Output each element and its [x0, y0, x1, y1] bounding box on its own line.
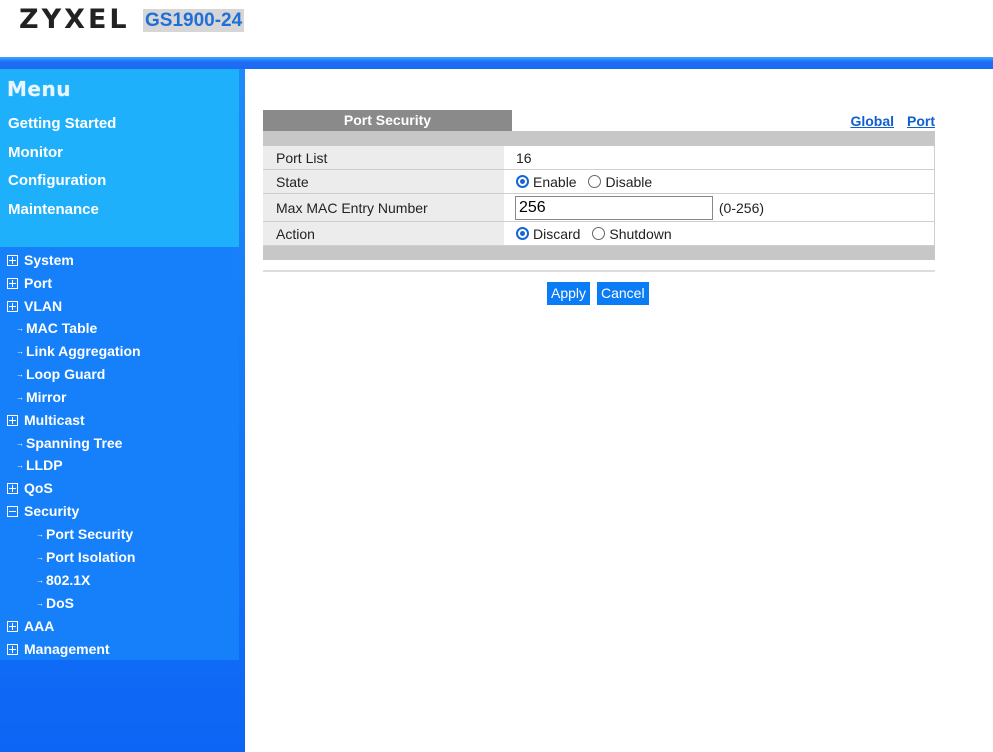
port-list-value: 16 — [504, 146, 935, 170]
arrow-right-icon: → — [16, 324, 24, 334]
state-enable-label[interactable]: Enable — [533, 174, 577, 190]
panel-title: Port Security — [263, 110, 512, 131]
tree-item-spanning-tree[interactable]: → Spanning Tree — [16, 433, 122, 453]
divider — [263, 270, 935, 272]
tree-item-port-isolation[interactable]: → Port Isolation — [36, 547, 135, 567]
tree-item-loop-guard[interactable]: → Loop Guard — [16, 364, 105, 384]
arrow-right-icon: → — [16, 461, 24, 471]
tree-item-mirror[interactable]: → Mirror — [16, 387, 66, 407]
menu-monitor[interactable]: Monitor — [8, 144, 63, 161]
port-link[interactable]: Port — [907, 113, 935, 129]
tree-item-aaa[interactable]: AAA — [7, 616, 54, 636]
tree-item-multicast[interactable]: Multicast — [7, 410, 85, 430]
menu-section: Menu Getting Started Monitor Configurati… — [0, 69, 239, 247]
state-label: State — [263, 169, 504, 194]
tree-item-link-aggregation[interactable]: → Link Aggregation — [16, 341, 141, 361]
tree-item-security[interactable]: Security — [7, 501, 79, 521]
expand-icon[interactable] — [7, 620, 18, 632]
tree-item-802-1x[interactable]: → 802.1X — [36, 570, 90, 590]
expand-icon[interactable] — [7, 414, 18, 426]
menu-title: Menu — [7, 77, 71, 101]
global-link[interactable]: Global — [850, 113, 894, 129]
tree-item-system[interactable]: System — [7, 250, 74, 270]
action-shutdown-radio[interactable] — [592, 226, 606, 240]
apply-button[interactable]: Apply — [547, 282, 591, 305]
arrow-right-icon: → — [16, 393, 24, 403]
expand-icon[interactable] — [7, 482, 18, 494]
panel-header: Port Security Global Port — [263, 110, 935, 131]
panel-top-bar — [263, 131, 935, 146]
tree-item-port[interactable]: Port — [7, 273, 52, 293]
zyxel-logo: ZYXEL — [19, 4, 130, 35]
max-mac-label: Max MAC Entry Number — [263, 193, 504, 222]
row-max-mac: Max MAC Entry Number (0-256) — [263, 193, 935, 222]
arrow-right-icon: → — [36, 599, 44, 609]
tree-item-dos[interactable]: → DoS — [36, 593, 74, 613]
tree-item-qos[interactable]: QoS — [7, 478, 53, 498]
expand-icon[interactable] — [7, 300, 18, 312]
arrow-right-icon: → — [36, 553, 44, 563]
top-blue-bar — [0, 57, 993, 69]
collapse-icon[interactable] — [7, 505, 18, 517]
tree-item-lldp[interactable]: → LLDP — [16, 455, 63, 475]
action-shutdown-label[interactable]: Shutdown — [609, 226, 671, 242]
expand-icon[interactable] — [7, 254, 18, 266]
cancel-button[interactable]: Cancel — [597, 282, 649, 305]
action-label: Action — [263, 221, 504, 246]
state-enable-radio[interactable] — [516, 174, 529, 188]
arrow-right-icon: → — [36, 576, 44, 586]
main-content: Port Security Global Port Port List 16 St… — [245, 69, 993, 752]
action-discard-radio[interactable] — [516, 226, 529, 240]
menu-maintenance[interactable]: Maintenance — [8, 201, 99, 218]
state-disable-label[interactable]: Disable — [605, 174, 652, 190]
row-port-list: Port List 16 — [263, 146, 935, 170]
sidebar: Menu Getting Started Monitor Configurati… — [0, 69, 245, 752]
port-security-form: Port List 16 State Enable Disable Max MA… — [263, 146, 935, 246]
tree-item-port-security[interactable]: → Port Security — [36, 524, 133, 544]
arrow-right-icon: → — [16, 347, 24, 357]
config-tree: System Port VLAN → MAC Table → Link Aggreg… — [0, 247, 239, 660]
row-state: State Enable Disable — [263, 169, 935, 194]
panel-links: Global Port — [837, 113, 935, 129]
expand-icon[interactable] — [7, 643, 18, 655]
row-action: Action Discard Shutdown — [263, 221, 935, 246]
header: ZYXEL GS1900-24 — [0, 0, 993, 57]
tree-item-mac-table[interactable]: → MAC Table — [16, 318, 97, 338]
max-mac-input[interactable] — [515, 195, 713, 220]
model-name: GS1900-24 — [143, 9, 245, 32]
panel-bottom-bar — [263, 246, 935, 260]
tree-item-vlan[interactable]: VLAN — [7, 296, 62, 316]
arrow-right-icon: → — [36, 530, 44, 540]
max-mac-range: (0-256) — [718, 199, 765, 216]
arrow-right-icon: → — [16, 370, 24, 380]
tree-item-management[interactable]: Management — [7, 639, 110, 659]
menu-getting-started[interactable]: Getting Started — [8, 115, 116, 132]
menu-configuration[interactable]: Configuration — [8, 172, 106, 189]
expand-icon[interactable] — [7, 277, 18, 289]
arrow-right-icon: → — [16, 439, 24, 449]
state-disable-radio[interactable] — [588, 174, 602, 188]
port-list-label: Port List — [263, 146, 504, 170]
action-discard-label[interactable]: Discard — [533, 226, 580, 242]
